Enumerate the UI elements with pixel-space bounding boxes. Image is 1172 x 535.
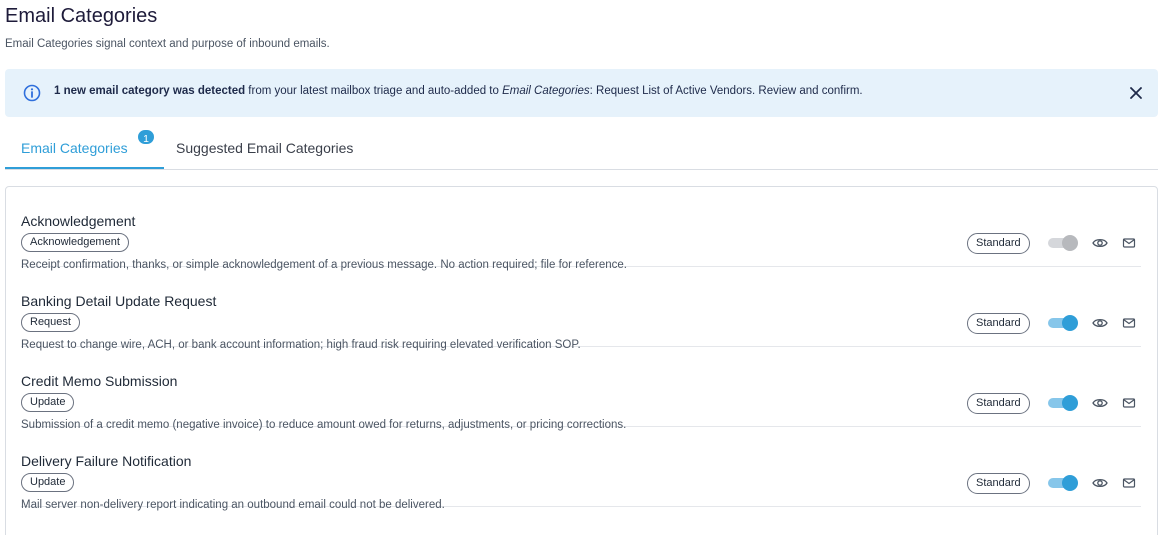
enable-toggle[interactable]: [1048, 395, 1078, 411]
banner-bold-text: 1 new email category was detected: [54, 85, 246, 97]
eye-icon[interactable]: [1092, 316, 1108, 330]
eye-icon[interactable]: [1092, 476, 1108, 490]
category-title: Credit Memo Submission: [21, 373, 178, 389]
enable-toggle[interactable]: [1048, 315, 1078, 331]
category-tag: Update: [21, 393, 75, 412]
banner-italic-text: Email Categories: [502, 85, 590, 97]
banner-message: 1 new email category was detected from y…: [54, 85, 863, 97]
tab-suggested-email-categories[interactable]: Suggested Email Categories: [176, 140, 353, 156]
list-item: Delivery Failure Notification Update Mai…: [21, 427, 1141, 511]
list-item: Acknowledgement Acknowledgement Receipt …: [21, 187, 1141, 271]
info-circle-icon: [23, 84, 41, 102]
mail-icon[interactable]: [1122, 476, 1136, 490]
enable-toggle[interactable]: [1048, 475, 1078, 491]
enable-toggle[interactable]: [1048, 235, 1078, 251]
detection-banner: 1 new email category was detected from y…: [5, 69, 1158, 117]
standard-badge: Standard: [967, 393, 1030, 414]
standard-badge: Standard: [967, 313, 1030, 334]
banner-text-2: : Request List of Active Vendors. Review…: [589, 85, 863, 97]
mail-icon[interactable]: [1122, 316, 1136, 330]
close-icon[interactable]: [1128, 85, 1144, 101]
page-title: Email Categories: [5, 5, 158, 27]
mail-icon[interactable]: [1122, 236, 1136, 250]
category-title: Banking Detail Update Request: [21, 293, 217, 309]
tab-bar: Email Categories 1 Suggested Email Categ…: [5, 128, 1158, 170]
mail-icon[interactable]: [1122, 396, 1136, 410]
list-item: Banking Detail Update Request Request Re…: [21, 267, 1141, 351]
standard-badge: Standard: [967, 473, 1030, 494]
page-subtitle: Email Categories signal context and purp…: [5, 38, 330, 50]
eye-icon[interactable]: [1092, 236, 1108, 250]
category-title: Delivery Failure Notification: [21, 453, 192, 469]
list-item: Credit Memo Submission Update Submission…: [21, 347, 1141, 431]
standard-badge: Standard: [967, 233, 1030, 254]
category-title: Acknowledgement: [21, 213, 136, 229]
category-tag: Acknowledgement: [21, 233, 129, 252]
categories-list: Acknowledgement Acknowledgement Receipt …: [5, 186, 1158, 535]
tab-email-categories[interactable]: Email Categories: [21, 140, 128, 156]
category-tag: Update: [21, 473, 75, 492]
eye-icon[interactable]: [1092, 396, 1108, 410]
category-tag: Request: [21, 313, 80, 332]
active-tab-indicator: [5, 167, 164, 169]
banner-text-1: from your latest mailbox triage and auto…: [245, 85, 503, 97]
category-description: Mail server non-delivery report indicati…: [21, 499, 445, 511]
tab-count-badge: 1: [136, 128, 156, 146]
